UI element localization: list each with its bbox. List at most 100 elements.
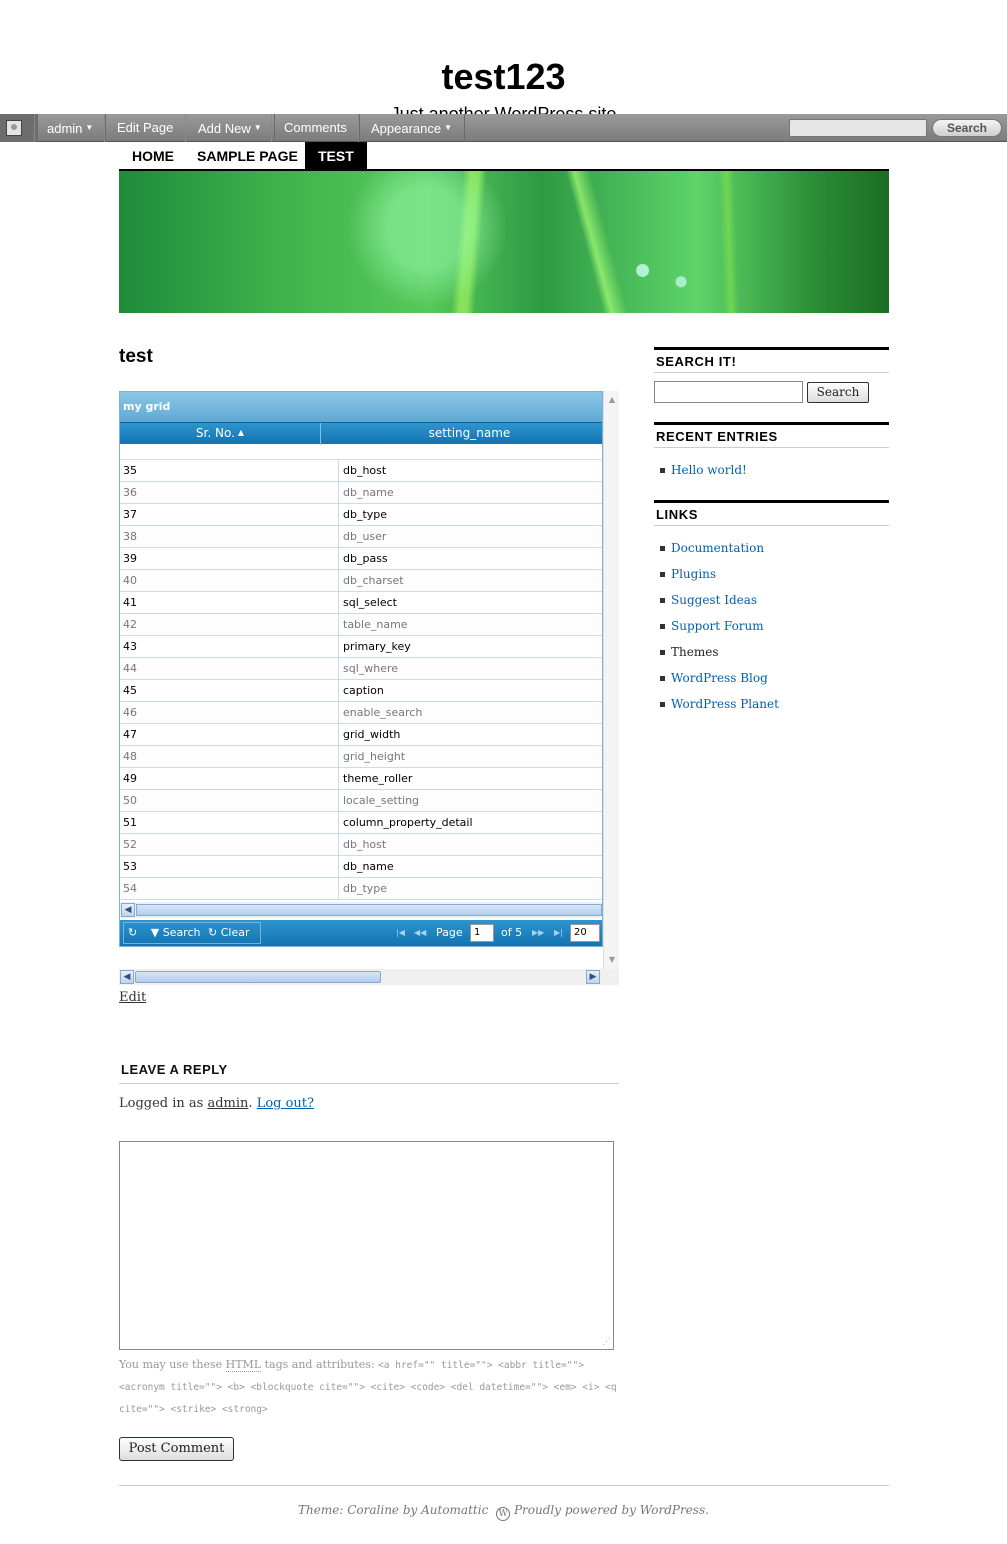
column-header-sr-no[interactable]: Sr. No. ▲ xyxy=(120,423,321,445)
logout-link[interactable]: Log out? xyxy=(257,1096,314,1111)
resize-grip-icon[interactable]: ⋰ xyxy=(602,1337,611,1347)
adminbar-item-add-new[interactable]: Add New ▼ xyxy=(185,114,275,142)
cell-sr-no: 43 xyxy=(120,636,339,657)
last-page-icon[interactable]: ▶| xyxy=(554,928,563,937)
nav-item-home[interactable]: HOME xyxy=(119,142,187,170)
scroll-right-icon[interactable]: ▶ xyxy=(586,970,600,984)
scroll-down-icon[interactable]: ▼ xyxy=(605,953,619,967)
recent-entry-link[interactable]: Hello world! xyxy=(671,463,747,477)
pager-toolbar: ↻ ▼ Search ↻ Clear xyxy=(123,922,261,944)
sidebar-link[interactable]: Suggest Ideas xyxy=(671,593,757,607)
scrollbar-thumb[interactable] xyxy=(135,971,381,983)
cell-sr-no: 37 xyxy=(120,504,339,525)
footer-divider xyxy=(119,1485,889,1486)
table-row[interactable]: 38 db_user xyxy=(120,526,602,548)
cell-setting-name: db_name xyxy=(343,486,394,499)
sidebar-search-button[interactable]: Search xyxy=(807,382,869,403)
cell-sr-no: 39 xyxy=(120,548,339,569)
footer-powered-by[interactable]: Proudly powered by WordPress. xyxy=(514,1503,709,1517)
sidebar-link[interactable]: Plugins xyxy=(671,567,716,581)
avatar[interactable] xyxy=(0,114,38,142)
table-row[interactable]: 53 db_name xyxy=(120,856,602,878)
sort-icon[interactable]: ▲ xyxy=(238,428,244,437)
adminbar-search-input[interactable] xyxy=(789,119,927,137)
table-row[interactable]: 51 column_property_detail xyxy=(120,812,602,834)
refresh-icon[interactable]: ↻ xyxy=(128,926,137,939)
frame-horizontal-scrollbar[interactable]: ◀ ▶ xyxy=(119,969,619,985)
column-header-setting-name[interactable]: setting_name xyxy=(322,423,602,445)
table-row[interactable]: 52 db_host xyxy=(120,834,602,856)
scroll-up-icon[interactable]: ▲ xyxy=(605,393,619,407)
cell-sr-no: 44 xyxy=(120,658,339,679)
list-item: WordPress Blog xyxy=(660,668,779,694)
site-title[interactable]: test123 xyxy=(0,56,1007,98)
widget-title-links: LINKS xyxy=(654,500,889,526)
cell-setting-name: db_pass xyxy=(343,552,388,565)
table-row[interactable]: 48 grid_height xyxy=(120,746,602,768)
cell-setting-name: db_charset xyxy=(343,574,404,587)
scrollbar-thumb[interactable] xyxy=(136,904,602,916)
footer-text: Theme: Coraline by Automattic W Proudly … xyxy=(0,1503,1007,1521)
edit-page-link[interactable]: Edit xyxy=(119,990,146,1005)
table-row[interactable]: 40 db_charset xyxy=(120,570,602,592)
adminbar-search-button[interactable]: Search xyxy=(932,119,1002,137)
cell-sr-no: 40 xyxy=(120,570,339,591)
table-row[interactable]: 49 theme_roller xyxy=(120,768,602,790)
nav-item-sample-page[interactable]: SAMPLE PAGE xyxy=(184,142,311,170)
table-row[interactable]: 36 db_name xyxy=(120,482,602,504)
sidebar-link[interactable]: Support Forum xyxy=(671,619,764,633)
sidebar-link[interactable]: Themes xyxy=(671,645,718,659)
grid-horizontal-scrollbar[interactable]: ◀ xyxy=(120,902,602,918)
table-row[interactable]: 42 table_name xyxy=(120,614,602,636)
first-page-icon[interactable]: |◀ xyxy=(396,928,405,937)
nav-item-test[interactable]: TEST xyxy=(305,142,367,170)
sidebar-link[interactable]: WordPress Planet xyxy=(671,697,779,711)
user-link[interactable]: admin xyxy=(207,1096,248,1111)
cell-setting-name: sql_where xyxy=(343,662,399,675)
table-row[interactable]: 41 sql_select xyxy=(120,592,602,614)
column-header-label: setting_name xyxy=(428,426,511,440)
table-row[interactable]: 54 db_type xyxy=(120,878,602,900)
table-row[interactable]: 46 enable_search xyxy=(120,702,602,724)
table-row[interactable]: 35 db_host xyxy=(120,460,602,482)
logged-in-prefix: Logged in as xyxy=(119,1096,204,1111)
reply-title: LEAVE A REPLY xyxy=(119,1062,619,1084)
rows-per-page-select[interactable]: 20 xyxy=(570,924,600,942)
search-button[interactable]: Search xyxy=(163,926,201,939)
table-row[interactable]: 47 grid_width xyxy=(120,724,602,746)
cell-sr-no: 54 xyxy=(120,878,339,899)
post-comment-button[interactable]: Post Comment xyxy=(119,1437,234,1461)
adminbar-item-appearance[interactable]: Appearance ▼ xyxy=(358,114,466,142)
scroll-left-icon[interactable]: ◀ xyxy=(121,903,135,917)
frame-vertical-scrollbar[interactable]: ▲ ▼ xyxy=(603,391,619,969)
scroll-left-icon[interactable]: ◀ xyxy=(120,970,134,984)
comment-textarea[interactable]: ⋰ xyxy=(119,1141,614,1350)
page-number-input[interactable]: 1 xyxy=(470,924,494,942)
grid-filter-row[interactable] xyxy=(120,444,602,460)
clear-button[interactable]: Clear xyxy=(221,926,250,939)
adminbar-item-edit-page[interactable]: Edit Page xyxy=(104,114,187,142)
list-item: Plugins xyxy=(660,564,779,590)
table-row[interactable]: 44 sql_where xyxy=(120,658,602,680)
adminbar-item-comments[interactable]: Comments xyxy=(271,114,360,142)
prev-page-icon[interactable]: ◀◀ xyxy=(414,928,426,937)
allowed-tags-text: You may use these HTML tags and attribut… xyxy=(119,1354,619,1420)
next-page-icon[interactable]: ▶▶ xyxy=(532,928,544,937)
adminbar-item-admin[interactable]: admin ▼ xyxy=(34,114,107,142)
table-row[interactable]: 50 locale_setting xyxy=(120,790,602,812)
cell-setting-name: db_host xyxy=(343,838,387,851)
cell-setting-name: sql_select xyxy=(343,596,397,609)
page-title: test xyxy=(119,346,153,367)
cell-sr-no: 53 xyxy=(120,856,339,877)
table-row[interactable]: 37 db_type xyxy=(120,504,602,526)
table-row[interactable]: 45 caption xyxy=(120,680,602,702)
widget-title-search: SEARCH IT! xyxy=(654,347,889,373)
cell-setting-name: enable_search xyxy=(343,706,423,719)
column-header-label: Sr. No. xyxy=(195,426,235,440)
sidebar-link[interactable]: WordPress Blog xyxy=(671,671,768,685)
table-row[interactable]: 43 primary_key xyxy=(120,636,602,658)
table-row[interactable]: 39 db_pass xyxy=(120,548,602,570)
footer-theme-credit[interactable]: Theme: Coraline by Automattic xyxy=(298,1503,488,1517)
sidebar-link[interactable]: Documentation xyxy=(671,541,764,555)
sidebar-search-input[interactable] xyxy=(654,381,803,403)
